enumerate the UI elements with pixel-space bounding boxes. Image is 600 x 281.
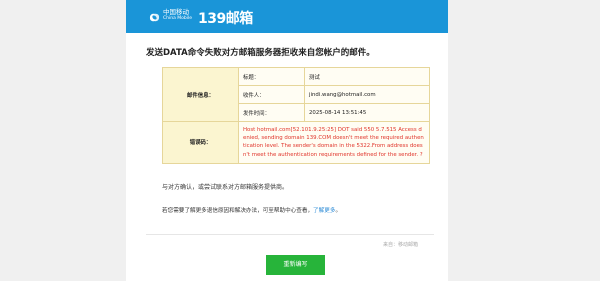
- 139-mail-logo: 139邮箱: [198, 11, 253, 27]
- error-message: Host hotmail.com[52.101.9.25:25] DOT sai…: [238, 121, 430, 164]
- advice-confirm: 与对方确认，或尝试联系对方邮箱服务提供商。: [162, 184, 289, 191]
- page-title: 发送DATA命令失败对方邮箱服务器拒收来自您帐户的邮件。: [146, 48, 375, 58]
- sent-time-value: 2025-08-14 13:51:45: [304, 103, 430, 122]
- sent-time-key: 发件时间：: [238, 103, 305, 122]
- source-label: 来自：移动邮箱: [383, 242, 419, 248]
- subject-value: 测试: [304, 67, 430, 86]
- error-code-label: 错误码：: [162, 121, 239, 164]
- china-mobile-logo-icon: [149, 13, 160, 22]
- recipient-value: jindi.wang@hotmail.com: [304, 85, 430, 104]
- advice-help-center: 若您需要了解更多退信原因和解决办法，可至帮助中心查看，了解更多。: [162, 206, 341, 214]
- mail-info-label: 邮件信息：: [162, 67, 239, 122]
- subject-key: 标题：: [238, 67, 305, 86]
- mail-info-table: 邮件信息： 标题： 测试 收件人： jindi.wang@hotmail.com…: [162, 67, 430, 164]
- resend-button[interactable]: 重新编写: [266, 255, 325, 275]
- china-mobile-logo-text: 中国移动 China Mobile: [163, 8, 193, 22]
- learn-more-link[interactable]: 了解更多: [313, 208, 335, 214]
- advice-help-end: 。: [335, 208, 342, 214]
- divider: [146, 234, 434, 235]
- recipient-key: 收件人：: [238, 85, 305, 104]
- page: 中国移动 China Mobile 139邮箱 发送DATA命令失败对方邮箱服务…: [0, 0, 600, 281]
- advice-help-text: 若您需要了解更多退信原因和解决办法，可至帮助中心查看，: [162, 208, 314, 214]
